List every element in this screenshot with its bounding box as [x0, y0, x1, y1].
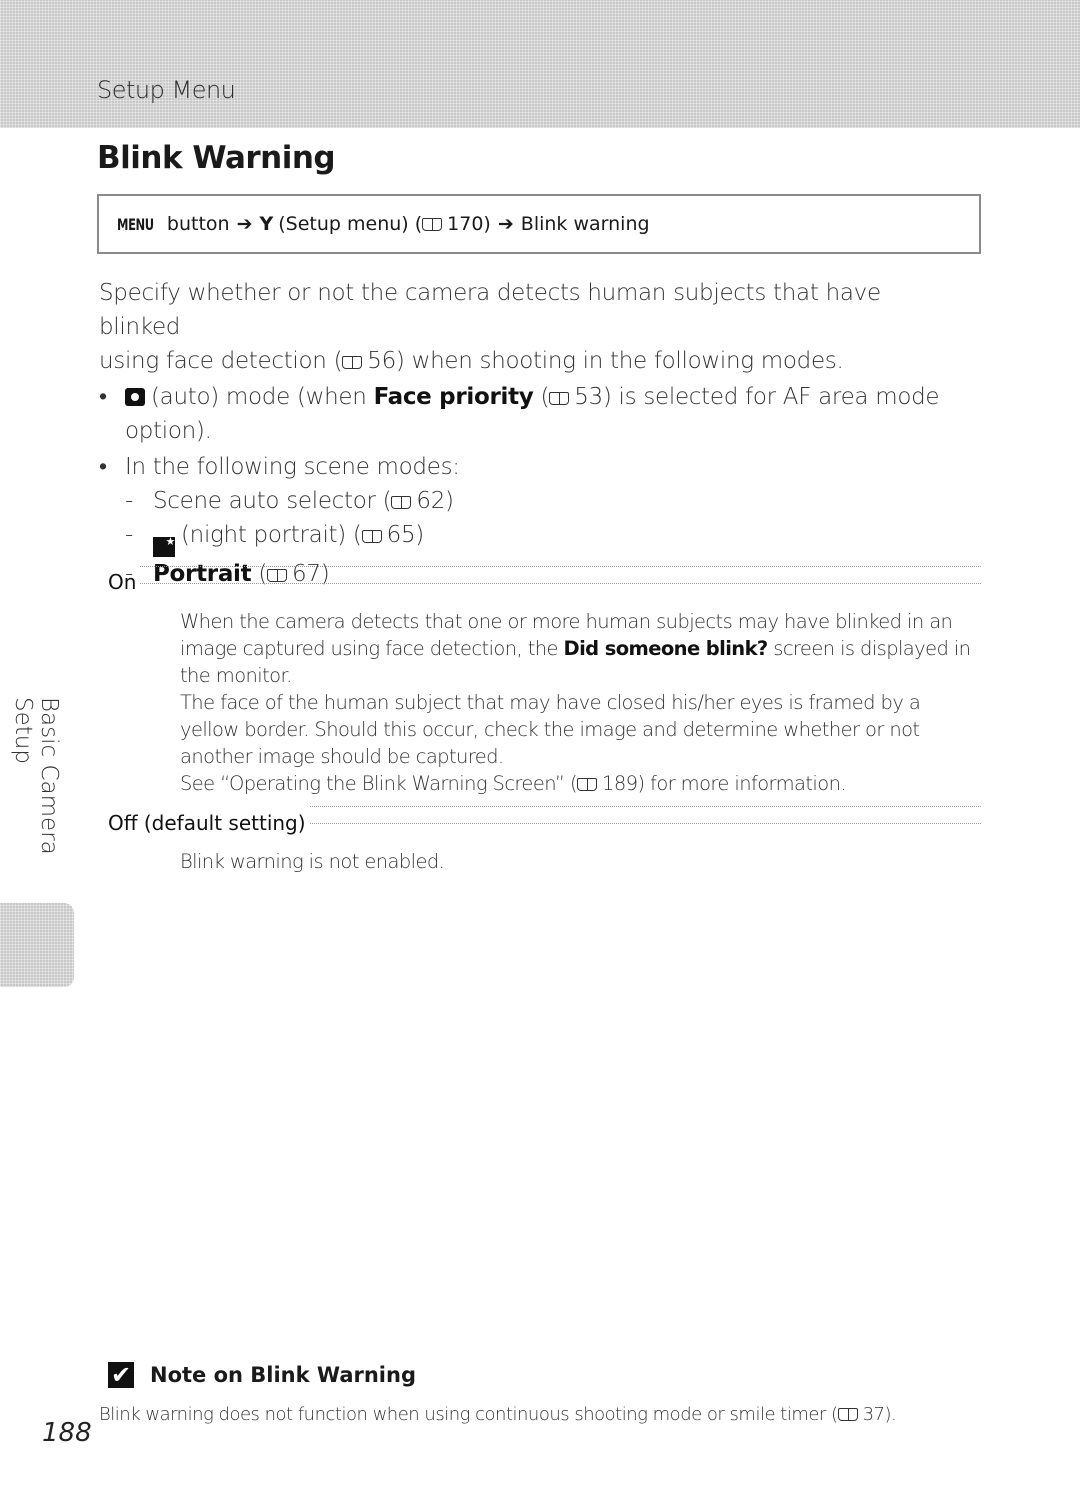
option-off-description: Blink warning is not enabled.: [180, 848, 980, 875]
arrow-right-icon: ➔: [497, 213, 514, 235]
did-someone-blink-label: Did someone blink?: [563, 637, 769, 660]
bullet-scene-modes: • In the following scene modes:: [99, 450, 959, 484]
option-on-paragraph-2: The face of the human subject that may h…: [180, 691, 921, 768]
option-on-p3-ref: 189) for more information.: [602, 772, 846, 795]
note-text-ref: 37).: [862, 1404, 897, 1425]
bullet-auto-mode: • (auto) mode (when Face priority (53) i…: [99, 380, 959, 448]
night-portrait-ref: 65): [386, 522, 425, 548]
scene-mode-item: - ★ (night portrait) ( 65): [99, 518, 959, 557]
option-off-heading: Off (default setting): [108, 811, 306, 835]
auto-mode-camera-icon: [125, 388, 145, 406]
arrow-right-icon: ➔: [236, 213, 253, 235]
note-text: Blink warning does not function when usi…: [99, 1404, 897, 1425]
book-reference-icon: [361, 530, 382, 543]
option-divider: [140, 566, 981, 584]
book-reference-icon: [422, 217, 443, 231]
bullet-2-text: In the following scene modes:: [125, 454, 460, 480]
setup-menu-label: (Setup menu) (: [278, 213, 423, 235]
book-reference-icon: [577, 778, 598, 791]
book-reference-icon: [342, 356, 363, 369]
face-priority-label: Face priority: [373, 384, 534, 410]
intro-line-1: Specify whether or not the camera detect…: [99, 280, 881, 340]
bullet-dot: •: [99, 454, 107, 480]
section-label: Setup Menu: [97, 76, 236, 104]
dash-marker: -: [125, 522, 133, 548]
wrench-icon: Y: [259, 213, 274, 235]
setup-menu-page-ref: 170): [447, 213, 491, 235]
scene-auto-selector-label: Scene auto selector (: [153, 488, 392, 514]
night-portrait-icon: ★: [153, 536, 175, 557]
nav-target: Blink warning: [520, 213, 650, 235]
option-on-paragraph-3: See “Operating the Blink Warning Screen”…: [180, 770, 980, 797]
bullet-dot: •: [99, 384, 107, 410]
bullet-1-ref: 53) is selected for AF area mode: [574, 384, 940, 410]
scene-auto-selector-ref: 62): [416, 488, 454, 514]
bullet-1-continuation: option).: [125, 418, 212, 444]
checkmark-note-icon: ✔: [108, 1362, 134, 1388]
page-number: 188: [42, 1418, 92, 1448]
bullet-1-text: (auto) mode (when: [151, 384, 374, 410]
option-on-description: When the camera detects that one or more…: [180, 608, 980, 797]
book-reference-icon: [837, 1408, 858, 1421]
night-portrait-label: (night portrait) (: [181, 522, 362, 548]
book-reference-icon: [391, 496, 412, 509]
option-on-heading: On: [108, 570, 137, 594]
dash-marker: -: [125, 488, 133, 514]
scene-mode-item: - Scene auto selector ( 62): [99, 484, 959, 518]
button-word: button: [166, 213, 230, 235]
intro-line-2-ref: 56) when shooting in the following modes…: [367, 348, 844, 374]
book-reference-icon: [549, 392, 570, 405]
menu-button-icon: MENU: [117, 214, 154, 234]
intro-text: Specify whether or not the camera detect…: [99, 276, 959, 591]
menu-navigation-path: MENU button ➔ Y (Setup menu) ( 170) ➔ Bl…: [97, 194, 981, 254]
chapter-side-tab-label: Basic Camera Setup: [10, 697, 62, 855]
bullet-1-paren: (: [533, 384, 550, 410]
option-divider: [310, 806, 981, 824]
note-text-body: Blink warning does not function when usi…: [99, 1404, 838, 1425]
intro-line-2: using face detection ( 56) when shooting …: [99, 344, 959, 378]
option-off-paragraph-1: Blink warning is not enabled.: [180, 850, 445, 873]
header-band: [0, 0, 1080, 128]
page-title: Blink Warning: [97, 140, 336, 176]
option-on-paragraph-1: When the camera detects that one or more…: [180, 608, 980, 689]
intro-line-2-pre: using face detection (: [99, 348, 343, 374]
chapter-side-tab: [0, 903, 74, 987]
note-title: Note on Blink Warning: [150, 1363, 416, 1387]
note-heading: ✔ Note on Blink Warning: [108, 1362, 416, 1388]
option-on-p3-text: See “Operating the Blink Warning Screen”…: [180, 772, 578, 795]
